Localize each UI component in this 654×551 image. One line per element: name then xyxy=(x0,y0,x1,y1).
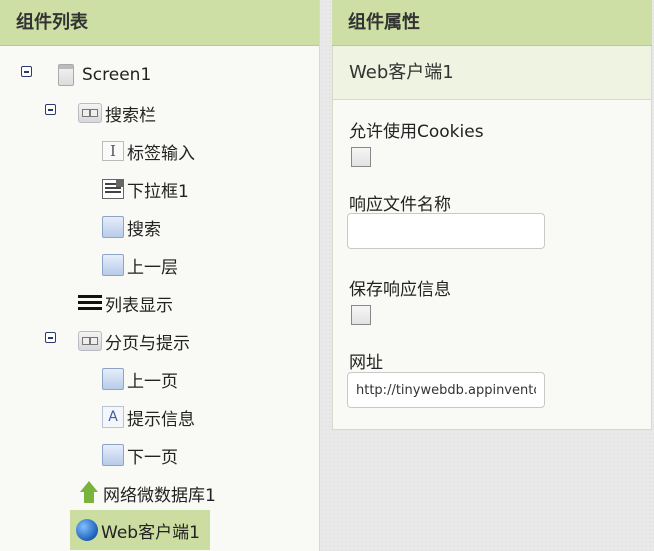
tree-node-dropdown1[interactable]: 下拉框1 xyxy=(102,174,189,204)
listpicker-icon xyxy=(102,179,124,199)
tree-node-label: 下一页 xyxy=(127,447,178,468)
horizontal-arrangement-icon xyxy=(78,331,102,351)
tree-node-label: Screen1 xyxy=(82,65,152,85)
tree-node-list-view[interactable]: 列表显示 xyxy=(78,288,173,318)
url-input[interactable] xyxy=(347,372,545,408)
allow-cookies-label: 允许使用Cookies xyxy=(349,122,484,142)
components-panel-title: 组件列表 xyxy=(0,0,319,46)
tree-node-screen1[interactable]: Screen1 xyxy=(58,60,151,90)
tree-node-tinywebdb1[interactable]: 网络微数据库1 xyxy=(78,478,216,508)
properties-panel: 组件属性 Web客户端1 允许使用Cookies 响应文件名称 保存响应信息 网… xyxy=(332,0,652,430)
allow-cookies-checkbox[interactable] xyxy=(351,147,371,167)
save-response-label: 保存响应信息 xyxy=(349,280,451,300)
tree-node-label: 上一页 xyxy=(127,371,178,392)
screen-icon xyxy=(58,64,74,86)
tree-node-label: 列表显示 xyxy=(105,295,173,316)
label-icon: A xyxy=(102,406,124,428)
tree-node-hint-message[interactable]: A 提示信息 xyxy=(102,402,195,432)
tree-node-label: Web客户端1 xyxy=(101,522,200,543)
up-arrow-icon xyxy=(78,481,100,505)
tree-node-label: 上一层 xyxy=(127,257,178,278)
listview-icon xyxy=(78,294,102,312)
button-icon xyxy=(102,216,124,238)
button-icon xyxy=(102,254,124,276)
globe-icon xyxy=(76,519,98,541)
tree-node-search-bar[interactable]: 搜索栏 xyxy=(78,98,156,128)
properties-panel-title: 组件属性 xyxy=(332,0,652,46)
collapse-toggle-search-bar[interactable] xyxy=(45,104,56,115)
tree-node-label: 搜索栏 xyxy=(105,105,156,126)
save-response-checkbox[interactable] xyxy=(351,305,371,325)
collapse-toggle-screen1[interactable] xyxy=(21,66,32,77)
tree-node-label: 网络微数据库1 xyxy=(103,485,216,506)
button-icon xyxy=(102,444,124,466)
url-label: 网址 xyxy=(349,353,383,373)
tree-node-label: 分页与提示 xyxy=(105,333,190,354)
tree-node-tag-input[interactable]: I 标签输入 xyxy=(102,136,195,166)
tree-node-web1[interactable]: Web客户端1 xyxy=(70,510,210,550)
tree-node-label: 标签输入 xyxy=(127,143,195,164)
tree-node-up-level-button[interactable]: 上一层 xyxy=(102,250,178,280)
tree-node-next-page[interactable]: 下一页 xyxy=(102,440,178,470)
selected-component-name: Web客户端1 xyxy=(333,46,651,100)
textbox-icon: I xyxy=(102,141,124,161)
horizontal-arrangement-icon xyxy=(78,103,102,123)
button-icon xyxy=(102,368,124,390)
components-panel: 组件列表 Screen1 搜索栏 I 标签输入 下拉框1 搜索 上一层 列表显示… xyxy=(0,0,320,551)
tree-node-prev-page[interactable]: 上一页 xyxy=(102,364,178,394)
response-file-label: 响应文件名称 xyxy=(349,195,451,215)
tree-node-pagination[interactable]: 分页与提示 xyxy=(78,326,190,356)
tree-node-label: 搜索 xyxy=(127,219,161,240)
collapse-toggle-pagination[interactable] xyxy=(45,332,56,343)
tree-node-label: 提示信息 xyxy=(127,409,195,430)
response-file-input[interactable] xyxy=(347,213,545,249)
tree-node-label: 下拉框1 xyxy=(127,181,189,202)
tree-node-search-button[interactable]: 搜索 xyxy=(102,212,161,242)
